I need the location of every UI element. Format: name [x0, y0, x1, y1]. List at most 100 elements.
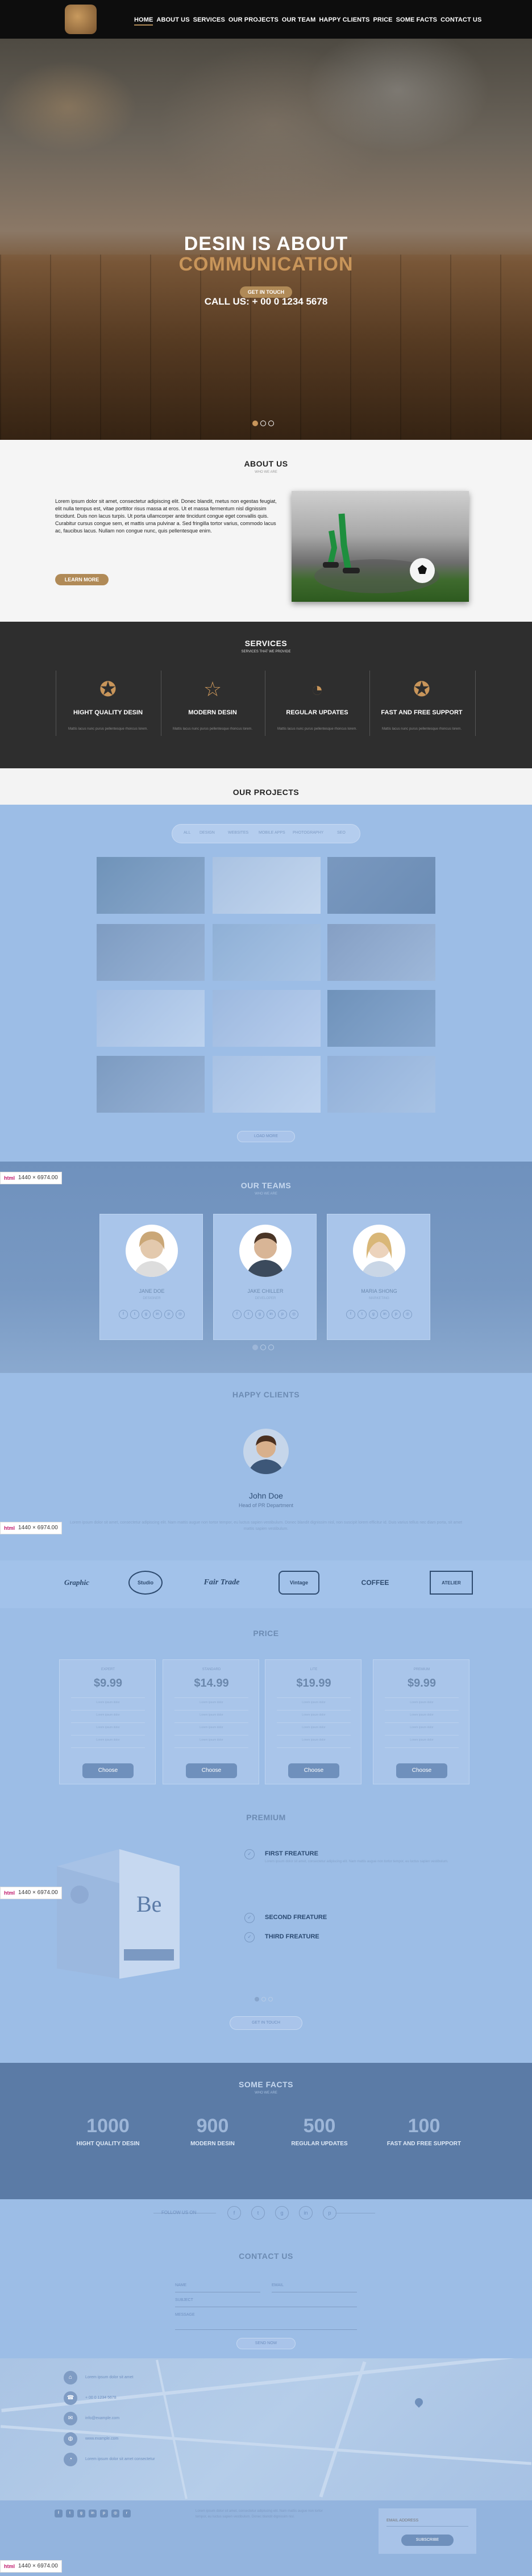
linkedin-icon[interactable]: in [380, 1310, 389, 1319]
facebook-icon[interactable]: f [119, 1310, 128, 1319]
slider-dot-1[interactable] [255, 1997, 259, 2001]
email-field[interactable]: EMAIL [272, 2283, 357, 2292]
nav-about-us[interactable]: ABOUT US [156, 16, 189, 26]
hero-get-in-touch-button[interactable]: GET IN TOUCH [240, 286, 292, 298]
linkedin-icon[interactable]: in [267, 1310, 276, 1319]
filter-photography[interactable]: PHOTOGRAPHY [293, 831, 323, 835]
linkedin-icon[interactable]: in [89, 2510, 97, 2517]
nav-some-facts[interactable]: SOME FACTS [396, 16, 438, 26]
client-logo[interactable]: Fair Trade [199, 1571, 244, 1595]
pinterest-icon[interactable]: p [323, 2206, 336, 2220]
slider-dot-3[interactable] [268, 1997, 273, 2001]
instagram-icon[interactable]: ◎ [403, 1310, 412, 1319]
choose-plan-button[interactable]: Choose [396, 1763, 447, 1778]
filter-all[interactable]: ALL [184, 831, 190, 835]
linkedin-icon[interactable]: in [153, 1310, 162, 1319]
rss-icon[interactable]: r [123, 2510, 131, 2517]
hero-phone: CALL US: + 00 0 1234 5678 [204, 296, 328, 307]
pinterest-icon[interactable]: p [100, 2510, 108, 2517]
project-tile[interactable] [327, 990, 435, 1047]
client-logo[interactable]: Vintage [279, 1571, 319, 1595]
load-more-button[interactable]: LOAD MORE [237, 1131, 295, 1142]
project-tile[interactable] [213, 1056, 321, 1113]
premium-get-in-touch-button[interactable]: GET IN TOUCH [230, 2016, 302, 2030]
instagram-icon[interactable]: ◎ [111, 2510, 119, 2517]
pinterest-icon[interactable]: p [164, 1310, 173, 1319]
slider-dot-1[interactable] [252, 421, 258, 426]
project-tile[interactable] [213, 924, 321, 981]
instagram-icon[interactable]: ◎ [289, 1310, 298, 1319]
filter-design[interactable]: DESIGN [200, 831, 215, 835]
linkedin-icon[interactable]: in [299, 2206, 313, 2220]
filter-mobile-apps[interactable]: MOBILE APPS [259, 831, 285, 835]
plan-name: STANDARD [202, 1668, 221, 1671]
send-now-button[interactable]: SEND NOW [236, 2338, 296, 2349]
project-tile[interactable] [327, 857, 435, 914]
nav-our-team[interactable]: OUR TEAM [282, 16, 315, 26]
twitter-icon[interactable]: t [251, 2206, 265, 2220]
twitter-icon[interactable]: t [130, 1310, 139, 1319]
project-tile[interactable] [213, 990, 321, 1047]
member-photo [126, 1225, 178, 1277]
choose-plan-button[interactable]: Choose [82, 1763, 134, 1778]
google-plus-icon[interactable]: g [369, 1310, 378, 1319]
project-tile[interactable] [97, 1056, 205, 1113]
slider-dot-3[interactable] [268, 421, 274, 426]
subscribe-email-input[interactable] [386, 2515, 468, 2527]
project-tile[interactable] [213, 857, 321, 914]
client-logos-strip: Graphic Studio Fair Trade Vintage COFFEE… [0, 1560, 532, 1608]
client-logo[interactable]: COFFEE [352, 1571, 398, 1595]
google-plus-icon[interactable]: g [255, 1310, 264, 1319]
learn-more-button[interactable]: LEARN MORE [55, 574, 109, 585]
nav-services[interactable]: SERVICES [193, 16, 225, 26]
google-plus-icon[interactable]: g [275, 2206, 289, 2220]
twitter-icon[interactable]: t [358, 1310, 367, 1319]
message-field[interactable]: MESSAGE [175, 2313, 357, 2330]
slider-dot-2[interactable] [260, 1345, 266, 1350]
pinterest-icon[interactable]: p [278, 1310, 287, 1319]
project-tile[interactable] [327, 1056, 435, 1113]
pinterest-icon[interactable]: p [392, 1310, 401, 1319]
nav-our-projects[interactable]: OUR PROJECTS [228, 16, 279, 26]
facebook-icon[interactable]: f [227, 2206, 241, 2220]
choose-plan-button[interactable]: Choose [186, 1763, 237, 1778]
facebook-icon[interactable]: f [55, 2510, 63, 2517]
nav-contact-us[interactable]: CONTACT US [440, 16, 481, 26]
nav-happy-clients[interactable]: HAPPY CLIENTS [319, 16, 369, 26]
services-subtitle: SERVICES THAT WE PROVIDE [241, 650, 291, 654]
slider-dot-3[interactable] [268, 1345, 274, 1350]
subject-field[interactable]: SUBJECT [175, 2298, 357, 2307]
twitter-icon[interactable]: t [244, 1310, 253, 1319]
project-tile[interactable] [97, 857, 205, 914]
client-logo[interactable]: Graphic [57, 1571, 97, 1595]
name-field[interactable]: NAME [175, 2283, 260, 2292]
nav-home[interactable]: HOME [134, 16, 153, 26]
site-logo[interactable] [65, 5, 97, 34]
slider-dot-2[interactable] [260, 421, 266, 426]
service-desc: Mattis lacus nunc purus pellentesque rho… [68, 727, 148, 731]
project-tile[interactable] [327, 924, 435, 981]
nav-price[interactable]: PRICE [373, 16, 392, 26]
instagram-icon[interactable]: ◎ [176, 1310, 185, 1319]
premium-section: PREMIUM Be html 1440 × 6974.00 ✓ FIRST FR… [0, 1796, 532, 2063]
map-pin-icon[interactable] [413, 2396, 425, 2408]
slider-dot-2[interactable] [261, 1997, 266, 2001]
project-tile[interactable] [97, 924, 205, 981]
feature-desc: Lorem ipsum dolor sit amet, consectetur … [265, 1860, 448, 1863]
slider-dot-1[interactable] [252, 1345, 258, 1350]
facebook-icon[interactable]: f [232, 1310, 242, 1319]
map-info: Lorem ipsum dolor sit amet consectetur [85, 2457, 155, 2461]
google-plus-icon[interactable]: g [142, 1310, 151, 1319]
twitter-icon[interactable]: t [66, 2510, 74, 2517]
client-logo[interactable]: ATELIER [430, 1571, 473, 1595]
subscribe-button[interactable]: SUBSCRIBE [401, 2535, 454, 2546]
client-photo [243, 1429, 289, 1474]
filter-seo[interactable]: SEO [337, 831, 346, 835]
filter-websites[interactable]: WEBSITES [228, 831, 248, 835]
google-plus-icon[interactable]: g [77, 2510, 85, 2517]
fact-number: 100 [408, 2115, 440, 2137]
project-tile[interactable] [97, 990, 205, 1047]
client-logo[interactable]: Studio [128, 1571, 163, 1595]
facebook-icon[interactable]: f [346, 1310, 355, 1319]
choose-plan-button[interactable]: Choose [288, 1763, 339, 1778]
